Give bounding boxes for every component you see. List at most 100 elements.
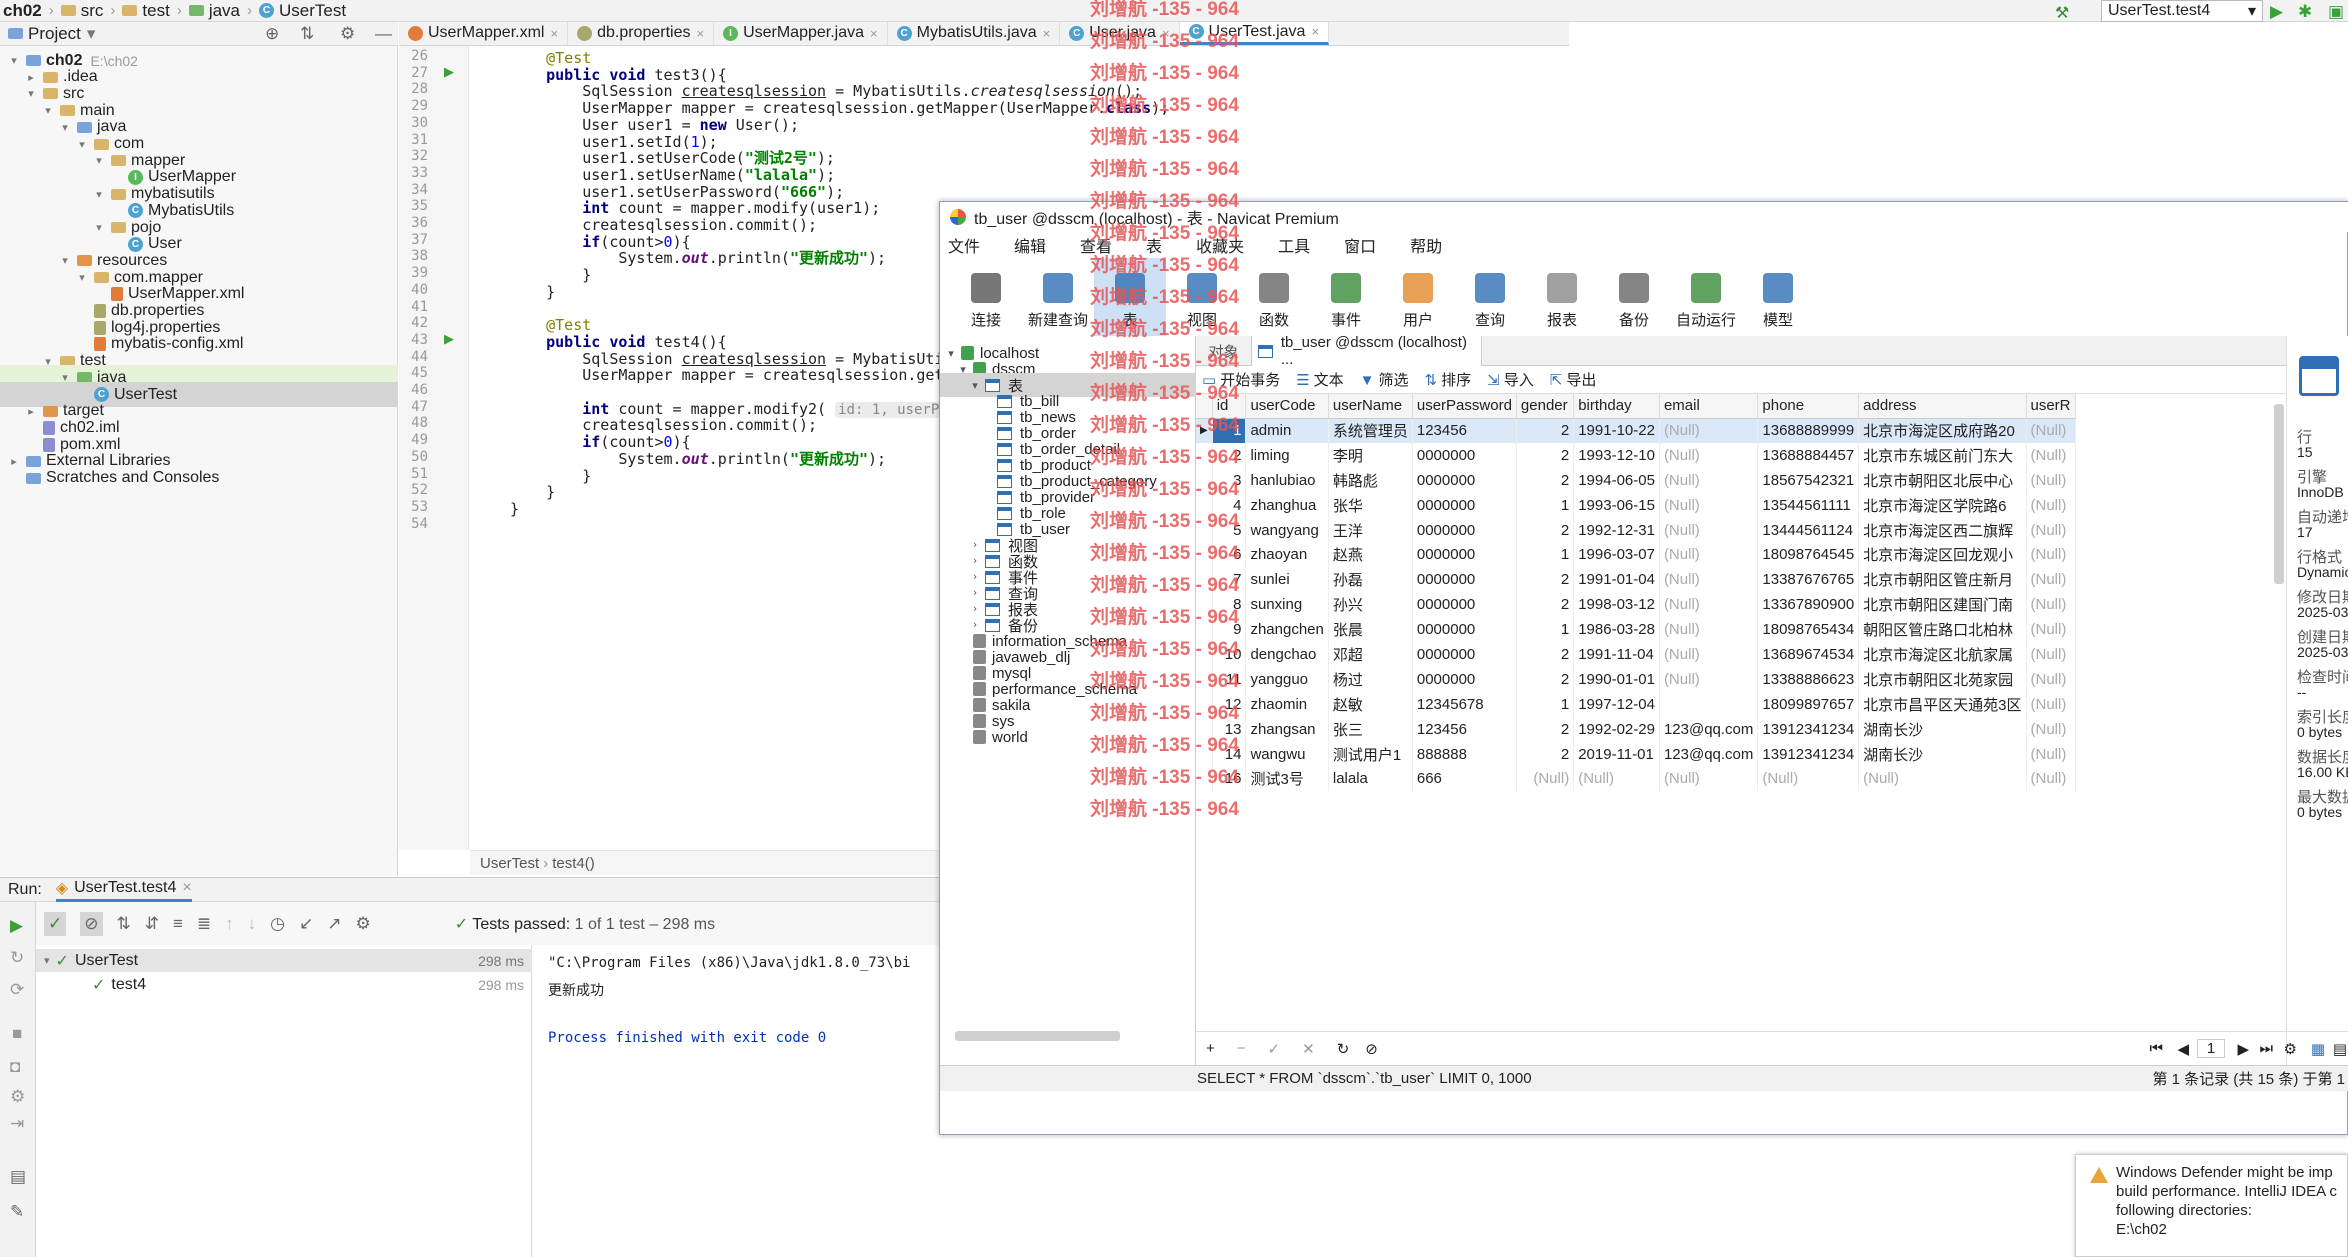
- stop-icon[interactable]: ■: [12, 1024, 22, 1044]
- table-cell[interactable]: (Null): [1659, 766, 1759, 792]
- table-cell[interactable]: 湖南长沙: [1858, 716, 2027, 742]
- table-cell[interactable]: 张华: [1328, 492, 1413, 518]
- table-cell[interactable]: 0000000: [1412, 517, 1517, 543]
- table-row[interactable]: ▶ 1 admin 系统管理员 123456 2 1991-10-22 (Null) 13688…: [1196, 418, 2076, 443]
- table-cell[interactable]: 张三: [1328, 716, 1413, 742]
- table-cell[interactable]: 666: [1412, 766, 1517, 792]
- table-row[interactable]: 7 sunlei 孙磊 0000000 2 1991-01-04 (Null) 1338767…: [1196, 567, 2076, 593]
- table-cell[interactable]: [1659, 691, 1759, 717]
- tab-usermapper-java[interactable]: I UserMapper.java ×: [714, 22, 888, 45]
- table-cell[interactable]: 13388886623: [1757, 666, 1860, 692]
- table-cell[interactable]: liming: [1245, 442, 1329, 468]
- prev-page-icon[interactable]: ◀: [2177, 1040, 2189, 1058]
- table-cell[interactable]: hanlubiao: [1245, 467, 1329, 493]
- subtool-button[interactable]: ☰ 文本: [1296, 369, 1343, 390]
- table-cell[interactable]: 北京市海淀区学院路6: [1858, 492, 2027, 518]
- table-cell[interactable]: (Null): [1659, 617, 1759, 643]
- table-cell[interactable]: 123@qq.com: [1659, 716, 1759, 742]
- table-cell[interactable]: 北京市朝阳区北苑家园: [1858, 666, 2027, 692]
- breadcrumb-item[interactable]: src: [58, 1, 107, 21]
- table-cell[interactable]: 1991-01-04: [1573, 567, 1660, 593]
- table-cell[interactable]: zhaomin: [1245, 691, 1329, 717]
- table-cell[interactable]: 北京市朝阳区管庄新月: [1858, 567, 2027, 593]
- refresh-icon[interactable]: ↻: [1337, 1040, 1350, 1058]
- table-cell[interactable]: 北京市朝阳区北辰中心: [1858, 467, 2027, 493]
- table-cell[interactable]: 2: [1516, 741, 1575, 767]
- table-cell[interactable]: 1: [1516, 492, 1575, 518]
- table-cell[interactable]: 1996-03-07: [1573, 542, 1660, 568]
- next-icon[interactable]: ↓: [248, 914, 257, 934]
- history-icon[interactable]: ◷: [270, 914, 285, 934]
- tab-db-properties[interactable]: db.properties ×: [568, 22, 715, 45]
- table-cell[interactable]: 1992-12-31: [1573, 517, 1660, 543]
- menu-6[interactable]: 窗口: [1344, 233, 1376, 257]
- table-cell[interactable]: zhangsan: [1245, 716, 1329, 742]
- table-cell[interactable]: 2019-11-01: [1573, 741, 1660, 767]
- table-cell[interactable]: 杨过: [1328, 666, 1413, 692]
- table-cell[interactable]: 0000000: [1412, 542, 1517, 568]
- table-cell[interactable]: 13689674534: [1757, 642, 1860, 667]
- coverage-icon[interactable]: ▣: [2328, 2, 2344, 22]
- close-icon[interactable]: ×: [550, 26, 558, 41]
- run-icon[interactable]: ▶: [2270, 2, 2283, 22]
- table-cell[interactable]: (Null): [1659, 467, 1759, 493]
- toolbar-automation-button[interactable]: 自动运行: [1670, 258, 1742, 336]
- table-cell[interactable]: lalala: [1328, 766, 1413, 792]
- toolbar-user-button[interactable]: 用户: [1382, 258, 1454, 336]
- table-row[interactable]: 6 zhaoyan 赵燕 0000000 1 1996-03-07 (Null) 180987…: [1196, 542, 2076, 568]
- table-cell[interactable]: 12345678: [1412, 691, 1517, 717]
- table-cell[interactable]: 1990-01-01: [1573, 666, 1660, 692]
- table-cell[interactable]: 湖南长沙: [1858, 741, 2027, 767]
- collapse-icon[interactable]: ⇅: [300, 24, 314, 44]
- gear-icon[interactable]: ⚙: [2284, 1040, 2297, 1058]
- table-cell[interactable]: wangwu: [1245, 741, 1329, 767]
- close-icon[interactable]: ×: [1311, 24, 1319, 39]
- table-cell[interactable]: zhaoyan: [1245, 542, 1329, 568]
- table-cell[interactable]: 孙磊: [1328, 567, 1413, 593]
- table-cell[interactable]: (Null): [1659, 442, 1759, 468]
- table-cell[interactable]: (Null): [2026, 666, 2076, 692]
- table-cell[interactable]: 北京市昌平区天通苑3区: [1858, 691, 2027, 717]
- table-cell[interactable]: 张晨: [1328, 617, 1413, 643]
- table-cell[interactable]: (Null): [1659, 517, 1759, 543]
- table-cell[interactable]: 1997-12-04: [1573, 691, 1660, 717]
- toolbar-event-button[interactable]: 事件: [1310, 258, 1382, 336]
- table-cell[interactable]: dengchao: [1245, 642, 1329, 667]
- export-icon[interactable]: ↗: [327, 914, 341, 934]
- table-cell[interactable]: (Null): [2026, 642, 2076, 667]
- breadcrumb-item[interactable]: test: [119, 1, 172, 21]
- sort-duration-icon[interactable]: ⇵: [145, 914, 159, 934]
- column-header-birthday[interactable]: birthday: [1573, 394, 1660, 419]
- show-ignored-icon[interactable]: ⊘: [80, 911, 103, 936]
- table-cell[interactable]: 13544561111: [1757, 492, 1860, 518]
- table-cell[interactable]: 测试用户1: [1328, 741, 1413, 767]
- delete-row-icon[interactable]: −: [1237, 1040, 1246, 1057]
- sort-alpha-icon[interactable]: ⇅: [117, 914, 131, 934]
- data-grid[interactable]: id userCode userName userPassword gender birt…: [1196, 394, 2196, 884]
- table-cell[interactable]: 123@qq.com: [1659, 741, 1759, 767]
- table-cell[interactable]: 2: [1516, 666, 1575, 692]
- subtool-button[interactable]: ⇱ 导出: [1550, 369, 1597, 390]
- table-cell[interactable]: (Null): [1516, 766, 1575, 792]
- table-cell[interactable]: 13912341234: [1757, 741, 1860, 767]
- table-cell[interactable]: 1: [1516, 542, 1575, 568]
- table-cell[interactable]: 北京市朝阳区建国门南: [1858, 592, 2027, 618]
- menu-1[interactable]: 编辑: [1014, 233, 1046, 257]
- table-cell[interactable]: 1993-06-15: [1573, 492, 1660, 518]
- gear-icon[interactable]: ⚙: [340, 24, 355, 44]
- table-cell[interactable]: (Null): [1659, 492, 1759, 518]
- table-cell[interactable]: 0000000: [1412, 442, 1517, 468]
- table-cell[interactable]: (Null): [2026, 617, 2076, 643]
- table-cell[interactable]: yangguo: [1245, 666, 1329, 692]
- show-passed-icon[interactable]: ✓: [44, 911, 67, 936]
- table-cell[interactable]: 2: [1516, 418, 1575, 443]
- discard-icon[interactable]: ✕: [1302, 1040, 1315, 1058]
- table-cell[interactable]: 1998-03-12: [1573, 592, 1660, 618]
- table-cell[interactable]: 2: [1516, 716, 1575, 742]
- subtool-button[interactable]: ▼ 筛选: [1360, 369, 1409, 390]
- run-config-dropdown[interactable]: UserTest.test4 ▾: [2101, 0, 2263, 22]
- table-row[interactable]: 4 zhanghua 张华 0000000 1 1993-06-15 (Null) 13544…: [1196, 492, 2076, 518]
- table-cell[interactable]: 0000000: [1412, 592, 1517, 618]
- column-header-userpassword[interactable]: userPassword: [1412, 394, 1517, 419]
- table-cell[interactable]: (Null): [2026, 592, 2076, 618]
